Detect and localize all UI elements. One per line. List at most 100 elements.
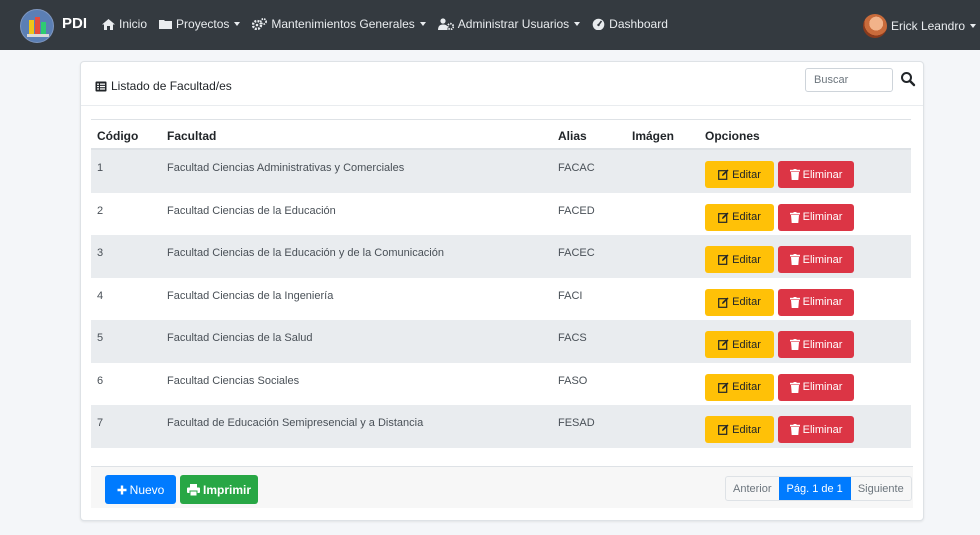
- cell-alias: FACAC: [558, 162, 595, 174]
- cell-alias: FACI: [558, 289, 583, 302]
- trash-icon: [789, 211, 800, 223]
- delete-button[interactable]: Eliminar: [778, 331, 854, 358]
- edit-button[interactable]: Editar: [705, 161, 774, 188]
- cell-faculty: Facultad Ciencias de la Salud: [167, 332, 313, 344]
- trash-icon: [789, 424, 800, 435]
- cell-code: 1: [97, 162, 104, 174]
- delete-button[interactable]: Eliminar: [778, 288, 854, 316]
- cell-faculty: Facultad Ciencias Administrativas y Come…: [167, 162, 405, 174]
- delete-button[interactable]: Eliminar: [778, 416, 854, 443]
- table-row: 5 Facultad Ciencias de la Salud FACS Editar…: [91, 320, 911, 363]
- cell-alias: FACS: [558, 332, 587, 344]
- edit-button[interactable]: Editar: [705, 288, 774, 316]
- print-button-label: Imprimir: [202, 482, 251, 497]
- cogs-icon: [252, 18, 268, 30]
- folder-icon: [159, 20, 173, 29]
- user-menu[interactable]: Erick Leandro: [862, 14, 976, 38]
- pager-prev[interactable]: Anterior: [726, 477, 779, 500]
- delete-button[interactable]: Eliminar: [778, 161, 854, 188]
- edit-button[interactable]: Editar: [705, 203, 774, 231]
- edit-icon: [718, 382, 729, 393]
- delete-button-label: Eliminar: [802, 423, 843, 436]
- print-button[interactable]: Imprimir: [180, 475, 258, 504]
- table-row: 4 Facultad Ciencias de la Ingeniería FACI E…: [91, 278, 911, 321]
- delete-button[interactable]: Eliminar: [778, 203, 854, 231]
- table-header: Código Facultad Alias Imágen Opciones: [91, 119, 911, 150]
- header-imagen: Imágen: [632, 129, 675, 143]
- edit-button[interactable]: Editar: [705, 373, 774, 401]
- nav-menu: Inicio Proyectos Mantenimientos Generale…: [102, 17, 680, 31]
- nav-item-inicio[interactable]: Inicio: [102, 17, 147, 31]
- list-alt-icon: [95, 81, 107, 91]
- user-avatar: [862, 14, 887, 38]
- caret-down-icon: [419, 22, 426, 26]
- pager-next[interactable]: Siguiente: [851, 477, 911, 500]
- header-codigo: Código: [97, 129, 139, 143]
- edit-icon: [718, 297, 729, 308]
- nav-item-mantenimientos[interactable]: Mantenimientos Generales: [252, 17, 426, 31]
- nav-item-label: Inicio: [119, 17, 148, 31]
- header-opciones: Opciones: [705, 129, 760, 143]
- pager-current[interactable]: Pág. 1 de 1: [778, 477, 851, 500]
- edit-button-label: Editar: [732, 211, 761, 223]
- header-alias: Alias: [558, 129, 587, 143]
- brand-name[interactable]: PDI: [62, 15, 87, 32]
- table-row: 1 Facultad Ciencias Administrativas y Com…: [91, 150, 911, 193]
- cell-faculty: Facultad Ciencias de la Ingeniería: [167, 289, 334, 302]
- cell-code: 6: [97, 374, 104, 387]
- trash-icon: [789, 381, 800, 393]
- cell-alias: FACEC: [558, 247, 595, 259]
- card-header-divider: [81, 105, 923, 106]
- table-row: 2 Facultad Ciencias de la Educación FACED E…: [91, 193, 911, 236]
- caret-down-icon: [970, 24, 976, 28]
- edit-button-label: Editar: [732, 338, 761, 351]
- nav-item-label: Administrar Usuarios: [457, 17, 570, 31]
- delete-button[interactable]: Eliminar: [778, 246, 854, 273]
- card-title-text: Listado de Facultad/es: [111, 79, 232, 93]
- tachometer-icon: [592, 18, 605, 30]
- edit-icon: [718, 254, 729, 265]
- nav-item-proyectos[interactable]: Proyectos: [159, 17, 241, 31]
- cell-code: 3: [97, 247, 104, 259]
- cell-code: 7: [97, 417, 104, 429]
- edit-icon: [718, 339, 729, 350]
- new-button[interactable]: Nuevo: [105, 475, 176, 504]
- edit-button[interactable]: Editar: [705, 416, 774, 443]
- trash-icon: [789, 254, 800, 265]
- edit-icon: [718, 212, 729, 223]
- edit-button[interactable]: Editar: [705, 246, 774, 273]
- card-footer: Nuevo Imprimir Anterior Pág. 1 de 1 Sigu…: [91, 466, 913, 508]
- plus-icon: [117, 485, 127, 494]
- pdi-logo[interactable]: [20, 9, 54, 43]
- edit-button[interactable]: Editar: [705, 331, 774, 358]
- edit-button-label: Editar: [732, 296, 761, 308]
- card-title: Listado de Facultad/es: [95, 79, 232, 93]
- nav-item-usuarios[interactable]: Administrar Usuarios: [437, 17, 581, 31]
- table-body: 1 Facultad Ciencias Administrativas y Com…: [91, 150, 911, 448]
- edit-button-label: Editar: [732, 168, 761, 181]
- faculty-table: Código Facultad Alias Imágen Opciones 1 F…: [91, 119, 911, 448]
- cell-faculty: Facultad de Educación Semipresencial y a…: [167, 417, 424, 429]
- user-name: Erick Leandro: [890, 19, 965, 33]
- delete-button-label: Eliminar: [802, 253, 843, 266]
- search-icon[interactable]: [899, 70, 917, 88]
- cell-alias: FESAD: [558, 417, 595, 429]
- table-row: 7 Facultad de Educación Semipresencial y …: [91, 405, 911, 448]
- cell-faculty: Facultad Ciencias de la Educación: [167, 204, 336, 217]
- caret-down-icon: [574, 22, 581, 26]
- pagination: Anterior Pág. 1 de 1 Siguiente: [725, 476, 912, 501]
- delete-button[interactable]: Eliminar: [778, 373, 854, 401]
- delete-button-label: Eliminar: [802, 338, 843, 351]
- edit-button-label: Editar: [732, 423, 761, 436]
- search-input[interactable]: [805, 68, 893, 92]
- cell-code: 4: [97, 289, 104, 302]
- delete-button-label: Eliminar: [802, 296, 843, 308]
- nav-item-dashboard[interactable]: Dashboard: [592, 17, 668, 31]
- trash-icon: [789, 296, 800, 308]
- new-button-label: Nuevo: [129, 482, 165, 497]
- top-navbar: PDI Inicio Proyectos Mantenimientos Gene…: [0, 0, 980, 50]
- header-facultad: Facultad: [167, 129, 217, 143]
- edit-icon: [718, 169, 729, 180]
- users-cog-icon: [437, 18, 454, 30]
- cell-faculty: Facultad Ciencias Sociales: [167, 374, 300, 387]
